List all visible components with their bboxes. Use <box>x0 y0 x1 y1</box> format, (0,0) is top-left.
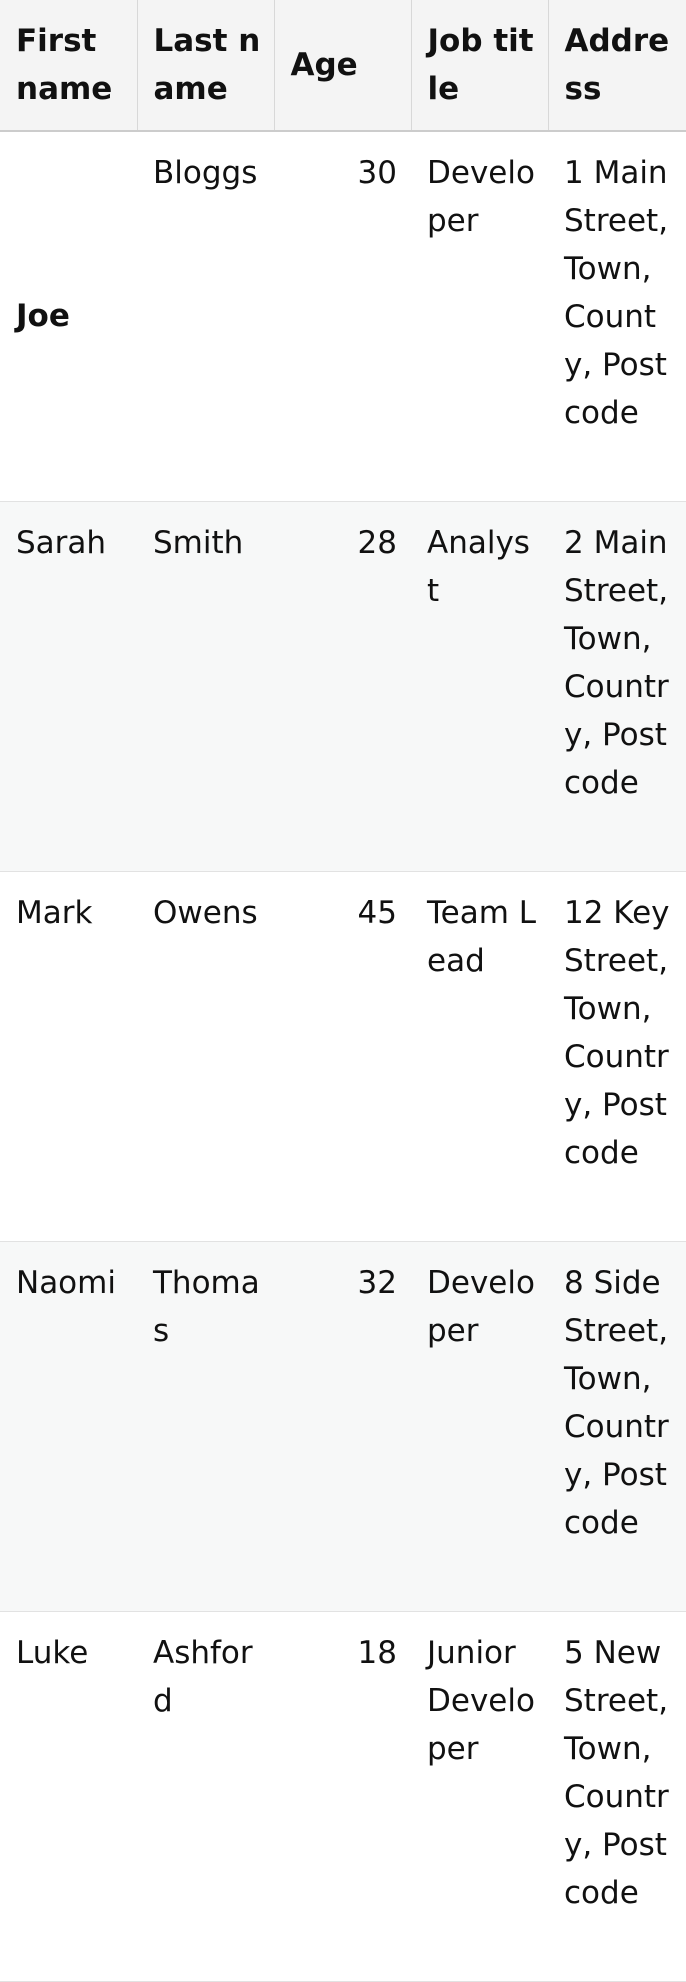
cell-age: 28 <box>274 501 411 872</box>
cell-last-name: Ashford <box>137 1611 274 1982</box>
table-header: First name Last name Age Job title Addre… <box>0 0 686 132</box>
cell-age: 18 <box>274 1611 411 1982</box>
cell-address: 1 Main Street, Town, County, Postcode <box>548 131 686 502</box>
table-row: Joe Bloggs 30 Developer 1 Main Street, T… <box>0 131 686 502</box>
table-row: Mark Owens 45 Team Lead 12 Key Street, T… <box>0 871 686 1242</box>
cell-last-name: Owens <box>137 871 274 1242</box>
header-row: First name Last name Age Job title Addre… <box>0 0 686 132</box>
table-row: Naomi Thomas 32 Developer 8 Side Street,… <box>0 1241 686 1612</box>
cell-address: 8 Side Street, Town, Country, Postcode <box>548 1241 686 1612</box>
cell-first-name: Naomi <box>0 1241 137 1612</box>
cell-address: 12 Key Street, Town, Country, Postcode <box>548 871 686 1242</box>
cell-age: 30 <box>274 131 411 502</box>
header-age: Age <box>274 0 412 132</box>
header-job-title: Job title <box>411 0 549 132</box>
cell-age: 45 <box>274 871 411 1242</box>
cell-job-title: Analyst <box>411 501 548 872</box>
cell-job-title: Developer <box>411 1241 548 1612</box>
table-row: Luke Ashford 18 Junior Developer 5 New S… <box>0 1611 686 1982</box>
cell-job-title: Team Lead <box>411 871 548 1242</box>
cell-first-name: Sarah <box>0 501 137 872</box>
cell-first-name: Joe <box>0 131 137 502</box>
cell-first-name: Luke <box>0 1611 137 1982</box>
cell-last-name: Thomas <box>137 1241 274 1612</box>
cell-first-name: Mark <box>0 871 137 1242</box>
cell-last-name: Smith <box>137 501 274 872</box>
cell-job-title: Junior Developer <box>411 1611 548 1982</box>
cell-last-name: Bloggs <box>137 131 274 502</box>
cell-job-title: Developer <box>411 131 548 502</box>
header-last-name: Last name <box>137 0 275 132</box>
cell-age: 32 <box>274 1241 411 1612</box>
table-row: Sarah Smith 28 Analyst 2 Main Street, To… <box>0 501 686 872</box>
header-address: Address <box>548 0 686 132</box>
header-first-name: First name <box>0 0 138 132</box>
cell-address: 2 Main Street, Town, Country, Postcode <box>548 501 686 872</box>
table-body: Joe Bloggs 30 Developer 1 Main Street, T… <box>0 131 686 1982</box>
people-table: First name Last name Age Job title Addre… <box>0 0 686 1982</box>
cell-address: 5 New Street, Town, Country, Postcode <box>548 1611 686 1982</box>
